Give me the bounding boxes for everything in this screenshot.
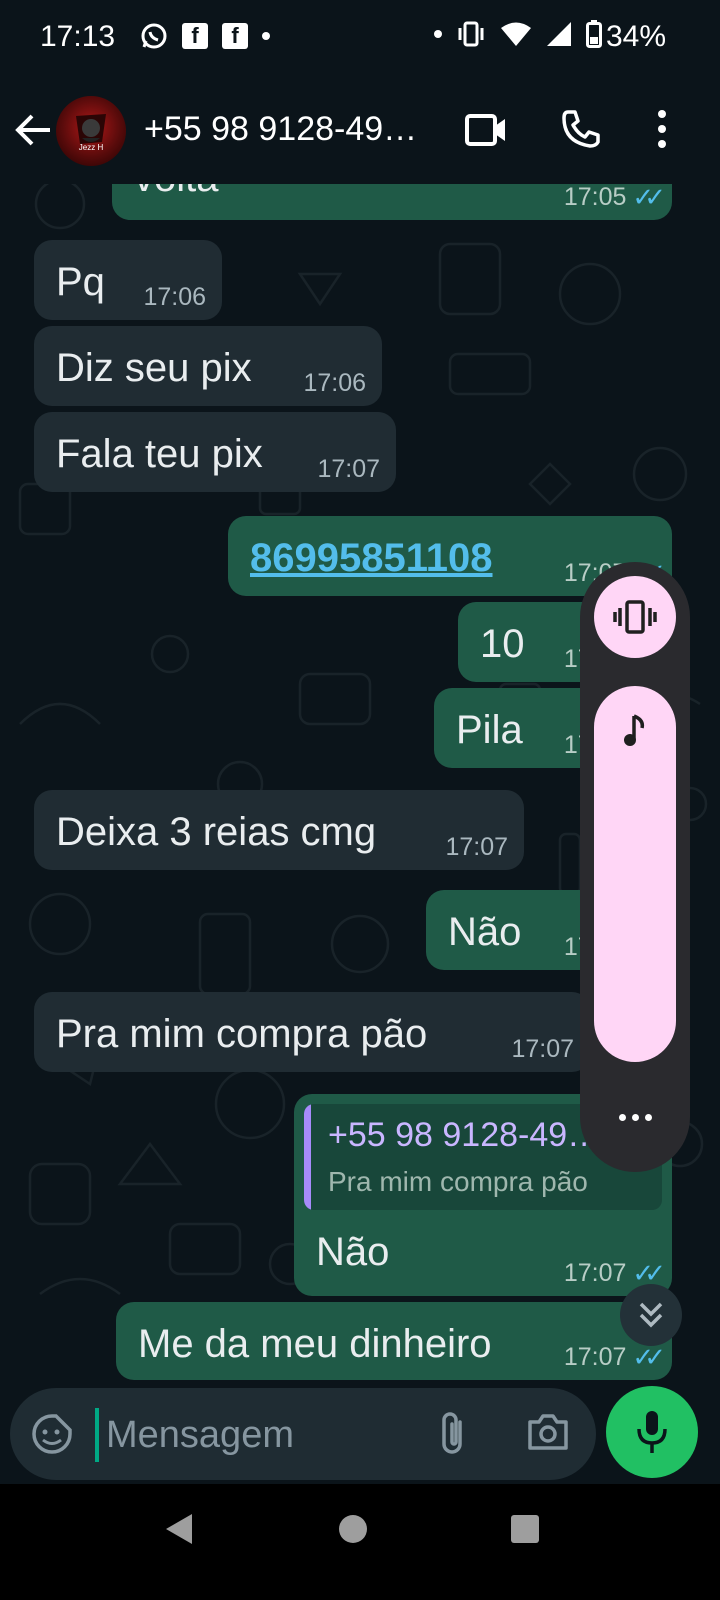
message-text: Deixa 3 reias cmg — [56, 810, 377, 854]
message-text: Diz seu pix — [56, 346, 252, 390]
message-time: 17:06 — [143, 283, 206, 311]
message-time: 17:07 — [511, 1035, 574, 1063]
message-time: 17:07 — [563, 1342, 627, 1371]
read-receipt-icon: ✓✓ — [632, 1342, 665, 1372]
avatar-image — [76, 114, 106, 144]
composer-bar: Mensagem — [0, 1384, 720, 1484]
message-text: Não — [448, 910, 522, 954]
message-text: 10 — [480, 622, 525, 666]
signal-icon — [547, 22, 571, 46]
battery-icon — [586, 20, 602, 48]
volume-slider[interactable] — [594, 686, 676, 1062]
message-time: 17:06 — [303, 369, 366, 397]
vibrate-icon — [458, 21, 484, 47]
message-input[interactable]: Mensagem — [10, 1388, 596, 1480]
message-text: Pq — [56, 260, 105, 304]
volume-settings-button[interactable] — [580, 1092, 690, 1142]
message-text: Não — [316, 1230, 390, 1274]
nav-recents-icon[interactable] — [510, 1512, 540, 1546]
facebook-icon: f — [182, 23, 208, 49]
voice-message-button[interactable] — [606, 1386, 698, 1478]
message-text: Pila — [456, 708, 523, 752]
scroll-to-bottom-button[interactable] — [620, 1284, 682, 1346]
message-text: Me da meu dinheiro — [138, 1322, 492, 1366]
quoted-text: Pra mim compra pão — [328, 1166, 588, 1197]
message-text: volta — [134, 184, 219, 198]
status-bar: 17:13 f f 34% — [0, 0, 720, 80]
ringer-mode-button[interactable] — [594, 576, 676, 658]
pix-link[interactable]: 86995851108 — [250, 538, 493, 578]
message-time: 17:07 — [563, 1258, 627, 1287]
message-bubble-outgoing[interactable]: volta 17:05✓✓ — [112, 184, 672, 220]
nav-back-icon[interactable] — [164, 1512, 194, 1546]
status-time: 17:13 — [40, 20, 116, 53]
contact-name[interactable]: +55 98 9128-49… — [144, 110, 444, 149]
avatar[interactable]: Jezz H — [56, 96, 126, 166]
system-nav-bar — [0, 1484, 720, 1600]
more-options-icon[interactable] — [650, 108, 674, 150]
voice-call-icon[interactable] — [560, 108, 602, 150]
message-time: 17:05 — [563, 184, 627, 211]
message-text: Pra mim compra pão — [56, 1012, 428, 1056]
message-time: 17:07 — [317, 455, 380, 483]
volume-panel[interactable] — [580, 562, 690, 1172]
quoted-sender: +55 98 9128-49… — [328, 1116, 602, 1154]
message-bubble-incoming[interactable]: Diz seu pix 17:06 — [34, 326, 382, 406]
sticker-emoji-icon[interactable] — [30, 1412, 74, 1456]
microphone-icon — [637, 1411, 667, 1453]
read-receipt-icon: ✓✓ — [632, 1258, 665, 1288]
music-note-icon — [624, 714, 645, 746]
video-call-icon[interactable] — [464, 110, 508, 150]
message-bubble-outgoing[interactable]: Me da meu dinheiro 17:07 ✓✓ — [116, 1302, 672, 1380]
message-text: Fala teu pix — [56, 432, 263, 476]
battery-percent: 34% — [605, 20, 666, 53]
message-placeholder: Mensagem — [106, 1414, 294, 1456]
notification-dot-icon — [434, 30, 442, 38]
facebook-icon: f — [222, 23, 248, 49]
notification-dot-icon — [262, 32, 270, 40]
wifi-icon — [501, 22, 531, 46]
chat-header: Jezz H +55 98 9128-49… — [0, 80, 720, 184]
vibrate-icon — [613, 600, 657, 634]
read-receipt-icon: ✓✓ — [632, 184, 665, 212]
attach-icon[interactable] — [438, 1410, 470, 1458]
message-bubble-incoming[interactable]: Deixa 3 reias cmg 17:07 — [34, 790, 524, 870]
whatsapp-icon — [141, 23, 167, 49]
message-time: 17:07 — [445, 833, 508, 861]
text-caret — [95, 1408, 99, 1462]
message-bubble-incoming[interactable]: Fala teu pix 17:07 — [34, 412, 396, 492]
back-arrow-icon[interactable] — [14, 110, 54, 150]
double-chevron-down-icon — [639, 1302, 663, 1328]
message-bubble-incoming[interactable]: Pq 17:06 — [34, 240, 222, 320]
nav-home-icon[interactable] — [338, 1512, 368, 1546]
message-bubble-incoming[interactable]: Pra mim compra pão 17:07 — [34, 992, 590, 1072]
camera-icon[interactable] — [526, 1412, 570, 1452]
